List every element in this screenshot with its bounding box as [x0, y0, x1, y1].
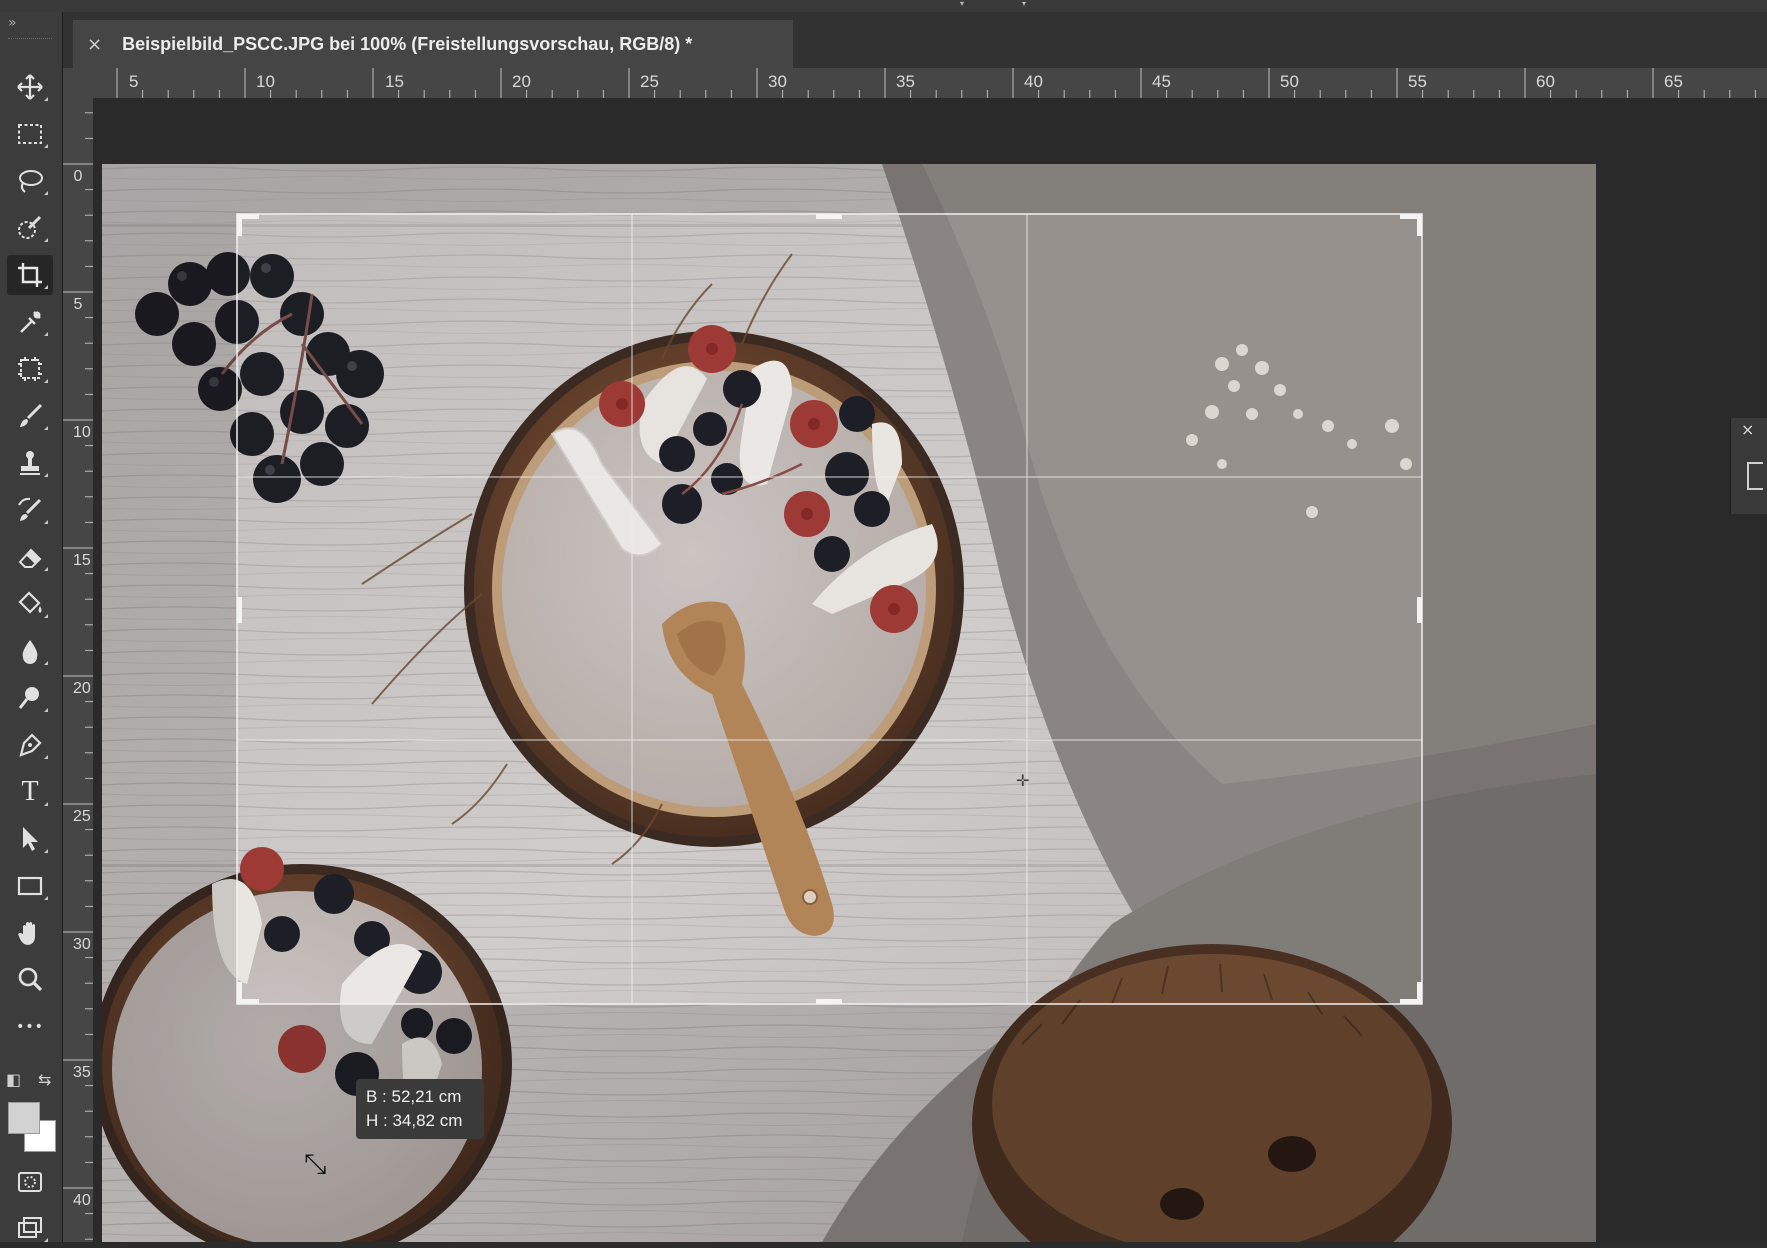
- collapse-panel-icon[interactable]: »: [8, 16, 17, 30]
- hand-tool[interactable]: [7, 913, 53, 953]
- ruler-label: 20: [512, 72, 531, 91]
- move-tool[interactable]: [7, 67, 53, 107]
- ellipsis-icon: •••: [16, 1019, 44, 1035]
- eraser-tool[interactable]: [7, 537, 53, 577]
- marquee-icon: [18, 124, 42, 144]
- lasso-icon: [19, 170, 43, 193]
- ruler-label: 65: [1664, 72, 1683, 91]
- crop-width-label: B : 52,21 cm: [366, 1087, 462, 1106]
- quick-mask-mode[interactable]: [7, 1162, 53, 1202]
- ruler-label: 10: [256, 72, 275, 91]
- ruler-label: 60: [1536, 72, 1555, 91]
- options-dropdown-arrow-icon[interactable]: ▾: [960, 0, 966, 8]
- smoothie-bowl-photo: [102, 164, 1596, 1242]
- zoom-tool[interactable]: [7, 960, 53, 1000]
- move-icon: [17, 74, 43, 100]
- brush-tool[interactable]: [7, 396, 53, 436]
- clone-stamp-tool[interactable]: [7, 443, 53, 483]
- rectangle-tool[interactable]: [7, 866, 53, 906]
- panel-grip[interactable]: [8, 38, 52, 41]
- collapsed-panel[interactable]: ×: [1730, 418, 1767, 514]
- lasso-tool[interactable]: [7, 161, 53, 201]
- stamp-icon: [20, 451, 40, 475]
- history-brush-tool[interactable]: [7, 490, 53, 530]
- close-panel-icon[interactable]: ×: [1741, 420, 1754, 439]
- crop-height-label: H : 34,82 cm: [366, 1111, 463, 1130]
- options-dropdown-arrow-icon[interactable]: ▾: [1022, 0, 1028, 8]
- foreground-color-swatch[interactable]: [8, 1102, 40, 1134]
- quick-mask-icon: [18, 1172, 42, 1192]
- ruler-label: 30: [768, 72, 787, 91]
- paint-bucket-tool[interactable]: [7, 584, 53, 624]
- eraser-icon: [18, 548, 42, 568]
- blur-tool[interactable]: [7, 631, 53, 671]
- screen-mode[interactable]: [7, 1208, 53, 1248]
- quick-selection-icon: [18, 215, 42, 239]
- dodge-tool[interactable]: [7, 678, 53, 718]
- ruler-label: 5: [129, 72, 139, 91]
- ruler-label: 30: [73, 936, 91, 953]
- path-selection-tool[interactable]: [7, 819, 53, 859]
- ruler-label: 20: [73, 680, 91, 697]
- pen-icon: [19, 733, 42, 757]
- panel-icon[interactable]: [1747, 462, 1763, 490]
- rectangle-icon: [17, 876, 43, 896]
- ruler-label: 50: [1280, 72, 1299, 91]
- ruler-label: 35: [896, 72, 915, 91]
- zoom-icon: [18, 967, 43, 992]
- horizontal-ruler[interactable]: 5 10 15 20 25 30 35 40 45 50 55 60 65: [63, 68, 1767, 99]
- type-tool[interactable]: T: [7, 772, 53, 812]
- default-colors-icon[interactable]: ◧: [6, 1070, 21, 1089]
- ruler-label: 15: [385, 72, 404, 91]
- vertical-ruler[interactable]: 0 5 10 15 20 25 30 35 40: [63, 98, 94, 1242]
- ruler-label: 25: [73, 808, 91, 825]
- crop-icon: [18, 263, 42, 287]
- crop-size-readout: B : 52,21 cm H : 34,82 cm: [356, 1079, 484, 1139]
- ruler-label: 35: [73, 1064, 91, 1081]
- ruler-label: 45: [1152, 72, 1171, 91]
- ruler-label: 55: [1408, 72, 1427, 91]
- pen-tool[interactable]: [7, 725, 53, 765]
- hand-icon: [18, 922, 35, 945]
- tools-panel: » T ••• ◧ ⇆: [0, 12, 63, 1242]
- ruler-label: 15: [73, 552, 91, 569]
- more-tools[interactable]: •••: [7, 1007, 53, 1047]
- bucket-icon: [18, 591, 42, 614]
- ruler-label: 40: [73, 1192, 91, 1209]
- photo-image: [102, 164, 1596, 1242]
- drop-icon: [22, 640, 38, 664]
- ruler-label: 5: [73, 296, 83, 313]
- rectangular-marquee-tool[interactable]: [7, 114, 53, 154]
- arrow-icon: [23, 827, 38, 851]
- resize-cursor-icon: ⤡: [304, 1147, 327, 1180]
- quick-selection-tool[interactable]: [7, 208, 53, 248]
- document-tab[interactable]: × Beispielbild_PSCC.JPG bei 100% (Freist…: [73, 20, 793, 68]
- ruler-label: 40: [1024, 72, 1043, 91]
- type-icon: T: [21, 776, 39, 807]
- ruler-label: 25: [640, 72, 659, 91]
- dodge-icon: [18, 687, 39, 709]
- crop-tool[interactable]: [7, 255, 53, 295]
- ruler-label: 10: [73, 424, 91, 441]
- screen-mode-icon: [18, 1217, 42, 1238]
- crop-center-crosshair-icon: ✛: [1016, 771, 1030, 790]
- document-canvas[interactable]: B : 52,21 cm H : 34,82 cm ⤡ ✛: [94, 99, 1767, 1242]
- ruler-label: 0: [73, 168, 83, 185]
- close-tab-icon[interactable]: ×: [87, 34, 102, 55]
- document-tab-bar: × Beispielbild_PSCC.JPG bei 100% (Freist…: [63, 12, 1767, 68]
- swap-colors-icon[interactable]: ⇆: [38, 1070, 51, 1089]
- history-brush-icon: [18, 497, 42, 521]
- eyedropper-tool[interactable]: [7, 302, 53, 342]
- frame-icon: [18, 357, 42, 381]
- frame-tool[interactable]: [7, 349, 53, 389]
- eyedropper-icon: [20, 311, 41, 333]
- brush-icon: [20, 403, 43, 427]
- document-title: Beispielbild_PSCC.JPG bei 100% (Freistel…: [122, 33, 693, 54]
